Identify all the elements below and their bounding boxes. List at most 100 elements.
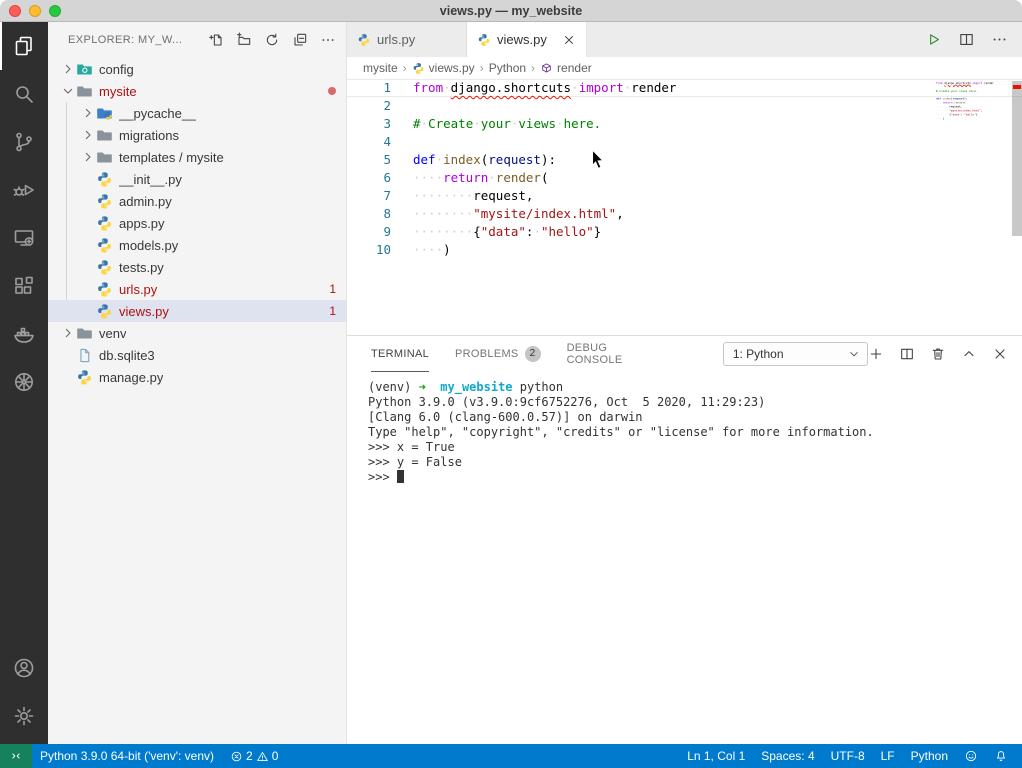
tree-item-db-sqlite3[interactable]: db.sqlite3 — [48, 344, 346, 366]
minimap[interactable]: from·django.shortcuts·import·render#·Cre… — [936, 81, 1012, 331]
activity-item-source-control[interactable] — [0, 118, 48, 166]
activity-item-kubernetes[interactable] — [0, 358, 48, 406]
status-cursor-position[interactable]: Ln 1, Col 1 — [679, 744, 753, 768]
editor-tab-views-py[interactable]: views.py — [467, 22, 587, 57]
collapse-folders-button[interactable] — [292, 32, 308, 48]
editor-scrollbar[interactable] — [1012, 81, 1022, 236]
refresh-explorer-button[interactable] — [264, 32, 280, 48]
tree-item-mysite[interactable]: mysite — [48, 80, 346, 102]
terminal-shell-selector[interactable]: 1: Python — [723, 342, 868, 366]
file-tree: configmysite __pycache__ migrationstemplat… — [48, 58, 346, 744]
tree-item--init-py[interactable]: __init__.py — [48, 168, 346, 190]
breadcrumb-item-views-py[interactable]: views.py — [412, 61, 475, 75]
terminal-line-7: >>> — [368, 470, 1022, 485]
line-number: 8 — [347, 205, 391, 223]
panel-tab-label: TERMINAL — [371, 348, 429, 360]
tree-item-apps-py[interactable]: apps.py — [48, 212, 346, 234]
python-icon — [412, 62, 425, 75]
activity-bar — [0, 22, 48, 744]
new-terminal-button[interactable] — [868, 346, 884, 362]
tree-item-templates-mysite[interactable]: templates / mysite — [48, 146, 346, 168]
status-notifications[interactable] — [986, 744, 1016, 768]
maximize-panel-button[interactable] — [961, 346, 977, 362]
status-language-mode[interactable]: Python — [903, 744, 956, 768]
panel-tab-terminal[interactable]: TERMINAL — [371, 336, 429, 372]
status-indentation[interactable]: Spaces: 4 — [753, 744, 822, 768]
remote-indicator[interactable] — [0, 744, 32, 768]
terminal-panel: TERMINAL PROBLEMS2 DEBUG CONSOLE 1: Python… — [347, 335, 1022, 744]
tree-item--pycache-[interactable]: __pycache__ — [48, 102, 346, 124]
tree-item-tests-py[interactable]: tests.py — [48, 256, 346, 278]
breadcrumb-label: Python — [489, 61, 526, 75]
tree-item-venv[interactable]: venv — [48, 322, 346, 344]
chevron-down-icon — [60, 83, 76, 99]
folder-config-icon — [76, 61, 93, 78]
panel-header: TERMINAL PROBLEMS2 DEBUG CONSOLE 1: Python — [347, 336, 1022, 372]
code-line-10: 10····) — [347, 241, 1022, 259]
line-number: 4 — [347, 133, 391, 151]
status-encoding[interactable]: UTF-8 — [823, 744, 873, 768]
activity-item-accounts[interactable] — [0, 644, 48, 692]
tree-item-admin-py[interactable]: admin.py — [48, 190, 346, 212]
split-terminal-button[interactable] — [899, 346, 915, 362]
breadcrumb-label: render — [557, 61, 592, 75]
breadcrumb-item-python[interactable]: Python — [489, 61, 526, 75]
status-eol[interactable]: LF — [873, 744, 903, 768]
more-actions-button[interactable] — [320, 32, 336, 48]
file-label: __pycache__ — [119, 106, 196, 121]
overview-error-marker — [1013, 85, 1021, 89]
tree-item-migrations[interactable]: migrations — [48, 124, 346, 146]
activity-item-explorer[interactable] — [0, 22, 48, 70]
problem-count-badge: 1 — [329, 304, 336, 318]
code-line-4: 4 — [347, 133, 1022, 151]
terminal-output[interactable]: (venv) ➜ my_website pythonPython 3.9.0 (… — [347, 372, 1022, 744]
debug-icon — [12, 178, 36, 202]
close-panel-button[interactable] — [992, 346, 1008, 362]
kill-terminal-button[interactable] — [930, 346, 946, 362]
activity-item-settings[interactable] — [0, 692, 48, 740]
split-editor-button[interactable] — [958, 31, 975, 48]
more-editor-actions-button[interactable] — [991, 31, 1008, 48]
tree-item-models-py[interactable]: models.py — [48, 234, 346, 256]
file-label: venv — [99, 326, 126, 341]
bell-icon — [994, 749, 1008, 763]
code-text: ····return·render( — [413, 169, 548, 187]
file-label: apps.py — [119, 216, 165, 231]
activity-item-run-debug[interactable] — [0, 166, 48, 214]
panel-tab-problems[interactable]: PROBLEMS2 — [455, 336, 541, 372]
new-file-button[interactable] — [208, 32, 224, 48]
chevron-placeholder — [80, 171, 96, 187]
code-editor[interactable]: 1from·django.shortcuts·import·render23#·… — [347, 79, 1022, 335]
editor-tab-urls-py[interactable]: urls.py — [347, 22, 467, 57]
line-number: 5 — [347, 151, 391, 169]
status-feedback[interactable] — [956, 744, 986, 768]
folder-icon — [96, 127, 113, 144]
folder-icon — [96, 149, 113, 166]
activity-item-search[interactable] — [0, 70, 48, 118]
python-icon — [96, 193, 113, 210]
code-text: from·django.shortcuts·import·render — [936, 81, 994, 85]
run-python-file-button[interactable] — [925, 31, 942, 48]
chevron-right-icon — [80, 149, 96, 165]
tree-item-views-py[interactable]: views.py1 — [48, 300, 346, 322]
activity-item-remote-explorer[interactable] — [0, 214, 48, 262]
problems-summary[interactable]: 20 — [222, 744, 286, 768]
panel-tab-debug-console[interactable]: DEBUG CONSOLE — [567, 336, 655, 372]
explorer-title: EXPLORER: MY_W... — [68, 34, 182, 46]
modified-dot-badge — [328, 87, 336, 95]
tree-item-urls-py[interactable]: urls.py1 — [48, 278, 346, 300]
code-line-8: 8········"mysite/index.html", — [347, 205, 1022, 223]
error-icon — [230, 750, 243, 763]
window-title: views.py — my_website — [0, 4, 1022, 18]
status-python-interpreter[interactable]: Python 3.9.0 64-bit ('venv': venv) — [32, 744, 222, 768]
editor-tab-bar: urls.pyviews.py — [347, 22, 1022, 57]
tree-item-config[interactable]: config — [48, 58, 346, 80]
close-tab-icon[interactable] — [562, 33, 576, 47]
breadcrumb-item-render[interactable]: render — [540, 61, 592, 75]
tree-item-manage-py[interactable]: manage.py — [48, 366, 346, 388]
warning-count: 0 — [272, 749, 279, 763]
breadcrumb-item-mysite[interactable]: mysite — [363, 61, 398, 75]
activity-item-extensions[interactable] — [0, 262, 48, 310]
new-folder-button[interactable] — [236, 32, 252, 48]
activity-item-docker[interactable] — [0, 310, 48, 358]
